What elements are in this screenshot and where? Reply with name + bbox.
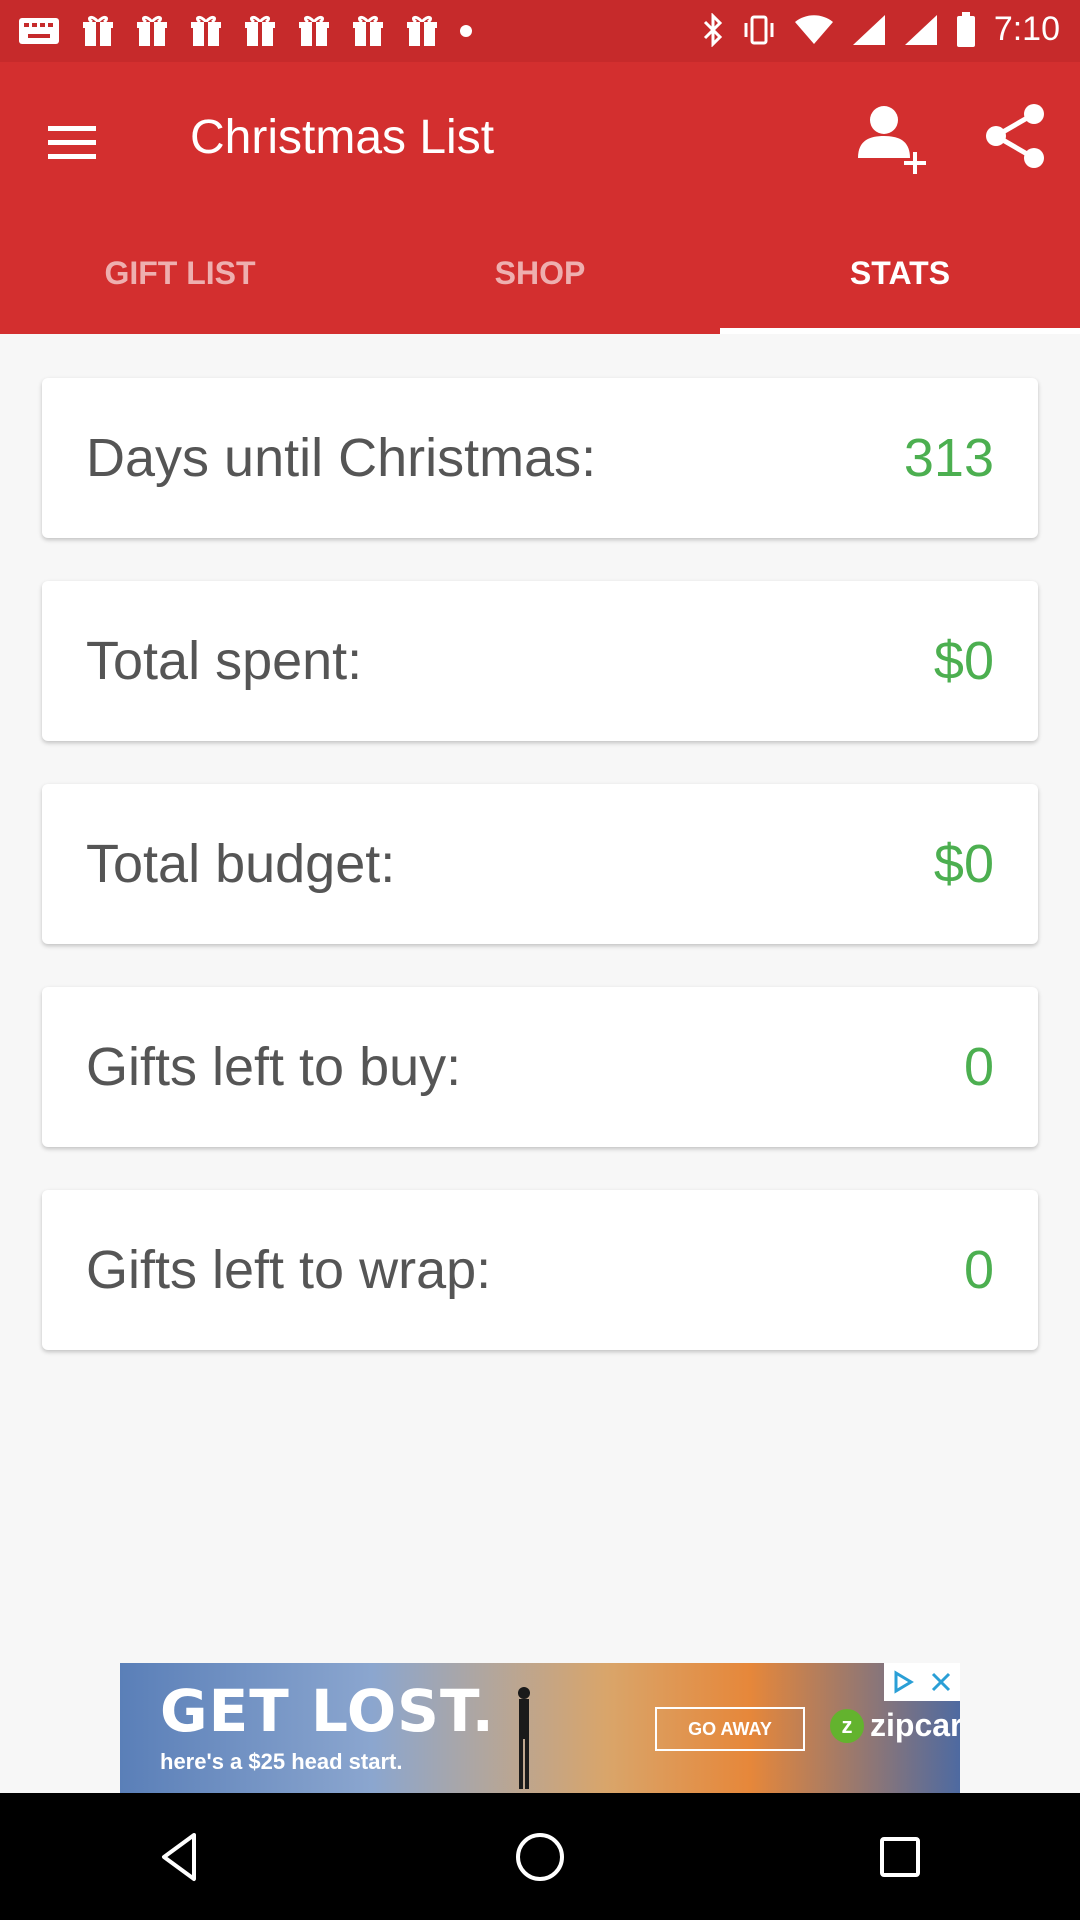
- close-icon: [931, 1672, 951, 1692]
- status-time: 7:10: [993, 10, 1060, 48]
- stat-value: $0: [933, 834, 994, 894]
- home-circle-icon: [516, 1832, 564, 1881]
- ad-brand-name: zipcar: [870, 1707, 960, 1743]
- system-nav-bar: [0, 1793, 1080, 1920]
- stat-card-total-spent: Total spent: $0: [42, 581, 1038, 741]
- stat-value: 0: [963, 1037, 994, 1097]
- vibrate-icon: [744, 15, 774, 44]
- recents-button[interactable]: [855, 1812, 945, 1902]
- stat-value: $0: [933, 631, 994, 691]
- status-bar: 7:10: [0, 0, 1080, 62]
- stat-label: Total budget:: [86, 834, 396, 894]
- wifi-icon: [794, 14, 833, 44]
- ad-choices-button[interactable]: [884, 1663, 922, 1701]
- menu-button[interactable]: [42, 112, 102, 172]
- dot-notification-icon: [460, 25, 472, 37]
- ad-cta-button[interactable]: GO AWAY: [655, 1707, 805, 1751]
- tab-stats[interactable]: STATS: [720, 212, 1080, 334]
- tab-bar: GIFT LIST SHOP STATS: [0, 212, 1080, 334]
- battery-icon: [956, 11, 975, 47]
- gift-notification-icon: [83, 15, 113, 46]
- share-button[interactable]: [980, 100, 1050, 170]
- home-button[interactable]: [495, 1812, 585, 1902]
- stat-card-total-budget: Total budget: $0: [42, 784, 1038, 944]
- signal-icon: [852, 14, 885, 45]
- ad-brand: z zipcar: [830, 1707, 960, 1744]
- keyboard-notification-icon: [19, 18, 59, 44]
- stat-value: 0: [963, 1240, 994, 1300]
- stat-card-gifts-left-to-buy: Gifts left to buy: 0: [42, 987, 1038, 1147]
- stat-card-gifts-left-to-wrap: Gifts left to wrap: 0: [42, 1190, 1038, 1350]
- ad-banner[interactable]: GET LOST. here's a $25 head start. GO AW…: [120, 1663, 960, 1793]
- app-bar: Christmas List GIFT LIST SHOP STATS: [0, 62, 1080, 334]
- notification-icons: [18, 14, 472, 48]
- ad-subline: here's a $25 head start.: [160, 1749, 403, 1774]
- recents-square-icon: [880, 1836, 920, 1877]
- gift-notification-icon: [191, 15, 221, 46]
- share-icon: [986, 104, 1044, 168]
- back-triangle-icon: [162, 1832, 196, 1881]
- page-title: Christmas List: [190, 111, 495, 164]
- gift-notification-icon: [299, 15, 329, 46]
- stat-label: Gifts left to wrap:: [86, 1240, 492, 1300]
- ad-headline: GET LOST.: [160, 1677, 495, 1745]
- menu-icon: [48, 126, 96, 159]
- stat-label: Total spent:: [86, 631, 363, 691]
- bluetooth-icon: [703, 12, 722, 47]
- gift-notification-icon: [137, 15, 167, 46]
- ad-choices-icon: [894, 1670, 914, 1694]
- add-person-button[interactable]: [850, 98, 930, 178]
- signal-icon: [904, 14, 937, 45]
- stat-value: 313: [903, 428, 994, 488]
- ad-close-button[interactable]: [922, 1663, 960, 1701]
- back-button[interactable]: [135, 1812, 225, 1902]
- tab-gift-list[interactable]: GIFT LIST: [0, 212, 360, 334]
- gift-notification-icon: [353, 15, 383, 46]
- tab-shop[interactable]: SHOP: [360, 212, 720, 334]
- zipcar-logo-icon: z: [830, 1708, 864, 1743]
- stat-label: Gifts left to buy:: [86, 1037, 462, 1097]
- add-person-icon: [858, 106, 926, 174]
- ad-controls: [884, 1663, 960, 1701]
- gift-notification-icon: [245, 15, 275, 46]
- gift-notification-icon: [407, 15, 437, 46]
- person-silhouette-image: [518, 1687, 530, 1789]
- stat-label: Days until Christmas:: [86, 428, 597, 488]
- system-status: 7:10: [702, 10, 1060, 49]
- stat-card-days-until-christmas: Days until Christmas: 313: [42, 378, 1038, 538]
